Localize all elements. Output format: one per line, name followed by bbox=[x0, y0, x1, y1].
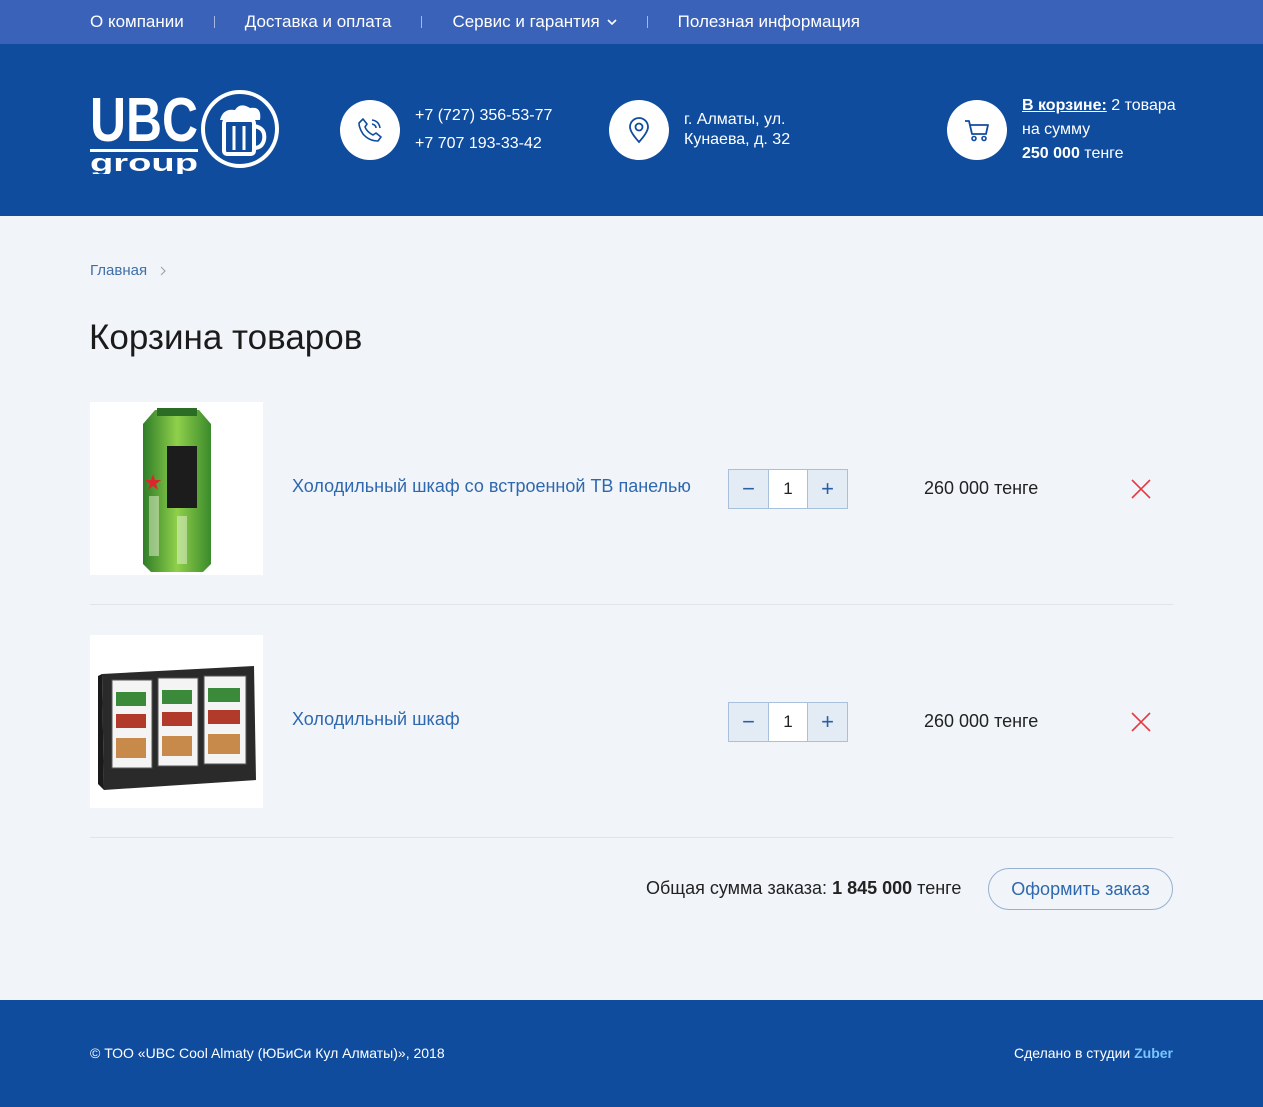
nav-separator bbox=[421, 16, 423, 28]
cart-item: Холодильный шкаф со встроенной ТВ панель… bbox=[90, 402, 1173, 576]
ubc-group-logo: UBC group bbox=[90, 86, 279, 177]
phone-icon bbox=[358, 118, 382, 142]
studio-link[interactable]: Zuber bbox=[1134, 1045, 1173, 1061]
address-line: г. Алматы, ул. bbox=[684, 111, 786, 128]
nav-item-label: Сервис и гарантия bbox=[452, 12, 600, 31]
logo[interactable]: UBC group bbox=[90, 86, 282, 177]
top-navigation: О компании Доставка и оплата Сервис и га… bbox=[0, 0, 1263, 44]
address: г. Алматы, ул. Кунаева, д. 32 bbox=[684, 110, 790, 150]
nav-item-about[interactable]: О компании bbox=[90, 12, 184, 32]
decrease-qty-button[interactable]: − bbox=[729, 470, 768, 508]
cart-sum-label: на сумму bbox=[1022, 121, 1091, 138]
phone-icon-circle bbox=[340, 100, 400, 160]
order-total-value: 1 845 000 bbox=[832, 878, 913, 898]
remove-item-icon[interactable] bbox=[1130, 478, 1152, 500]
chevron-down-icon bbox=[607, 19, 617, 26]
phone-number[interactable]: +7 (727) 356-53-77 bbox=[415, 104, 552, 128]
nav-separator bbox=[646, 16, 648, 28]
cart-icon-circle[interactable] bbox=[947, 100, 1007, 160]
quantity-stepper: − 1 + bbox=[728, 469, 848, 509]
svg-text:UBC: UBC bbox=[90, 88, 198, 155]
fridge-product-image bbox=[98, 665, 256, 790]
row-divider bbox=[90, 837, 1173, 838]
location-icon-circle bbox=[609, 100, 669, 160]
cart-currency: тенге bbox=[1084, 145, 1124, 162]
cart-sum-value: 250 000 bbox=[1022, 145, 1080, 162]
nav-item-label: Доставка и оплата bbox=[244, 12, 392, 31]
breadcrumb: Главная bbox=[90, 262, 167, 279]
item-price: 260 000 тенге bbox=[924, 711, 1039, 731]
nav-item-useful-info[interactable]: Полезная информация bbox=[678, 12, 860, 32]
cart-icon bbox=[965, 120, 989, 142]
product-name-link[interactable]: Холодильный шкаф со встроенной ТВ панель… bbox=[292, 476, 691, 497]
product-name-link[interactable]: Холодильный шкаф bbox=[292, 709, 460, 730]
cart-item: Холодильный шкаф − 1 + 260 000 тенге bbox=[90, 635, 1173, 809]
map-pin-icon bbox=[629, 117, 649, 144]
site-header: UBC group +7 (727) 356-53-77 +7 707 193-… bbox=[0, 44, 1263, 216]
quantity-input[interactable]: 1 bbox=[768, 703, 808, 741]
svg-text:group: group bbox=[90, 150, 198, 174]
item-price: 260 000 тенге bbox=[924, 478, 1039, 498]
cart-link[interactable]: В корзине: bbox=[1022, 97, 1107, 114]
row-divider bbox=[90, 604, 1173, 605]
quantity-input[interactable]: 1 bbox=[768, 470, 808, 508]
order-total: Общая сумма заказа: 1 845 000 тенге bbox=[646, 878, 961, 899]
checkout-button[interactable]: Оформить заказ bbox=[988, 868, 1173, 910]
nav-separator bbox=[213, 16, 215, 28]
product-image[interactable] bbox=[90, 635, 263, 808]
fridge-tv-product-image bbox=[142, 407, 211, 572]
credit-prefix: Сделано в студии bbox=[1014, 1045, 1131, 1061]
order-total-currency: тенге bbox=[917, 878, 962, 898]
remove-item-icon[interactable] bbox=[1130, 711, 1152, 733]
phone-number[interactable]: +7 707 193-33-42 bbox=[415, 132, 552, 156]
decrease-qty-button[interactable]: − bbox=[729, 703, 768, 741]
page-title: Корзина товаров bbox=[89, 318, 363, 357]
nav-item-label: Полезная информация bbox=[677, 12, 860, 31]
increase-qty-button[interactable]: + bbox=[808, 703, 847, 741]
address-line: Кунаева, д. 32 bbox=[684, 131, 791, 148]
copyright: © ТОО «UBC Cool Almaty (ЮБиСи Кул Алматы… bbox=[90, 1045, 445, 1061]
breadcrumb-home[interactable]: Главная bbox=[90, 262, 147, 279]
nav-item-label: О компании bbox=[90, 12, 184, 31]
nav-item-service-dropdown[interactable]: Сервис и гарантия bbox=[452, 12, 617, 32]
product-image[interactable] bbox=[90, 402, 263, 575]
quantity-stepper: − 1 + bbox=[728, 702, 848, 742]
increase-qty-button[interactable]: + bbox=[808, 470, 847, 508]
cart-summary: В корзине: 2 товара на сумму 250 000 тен… bbox=[1022, 94, 1176, 166]
studio-credit: Сделано в студии Zuber bbox=[1014, 1045, 1173, 1061]
phone-numbers: +7 (727) 356-53-77 +7 707 193-33-42 bbox=[415, 104, 552, 156]
nav-item-delivery[interactable]: Доставка и оплата bbox=[245, 12, 392, 32]
site-footer: © ТОО «UBC Cool Almaty (ЮБиСи Кул Алматы… bbox=[0, 1000, 1263, 1107]
order-total-label: Общая сумма заказа: bbox=[646, 878, 828, 898]
cart-count: 2 товара bbox=[1111, 97, 1176, 114]
chevron-right-icon bbox=[160, 266, 166, 275]
cart-page: Главная Корзина товаров Холодильный шкаф… bbox=[0, 216, 1263, 1000]
